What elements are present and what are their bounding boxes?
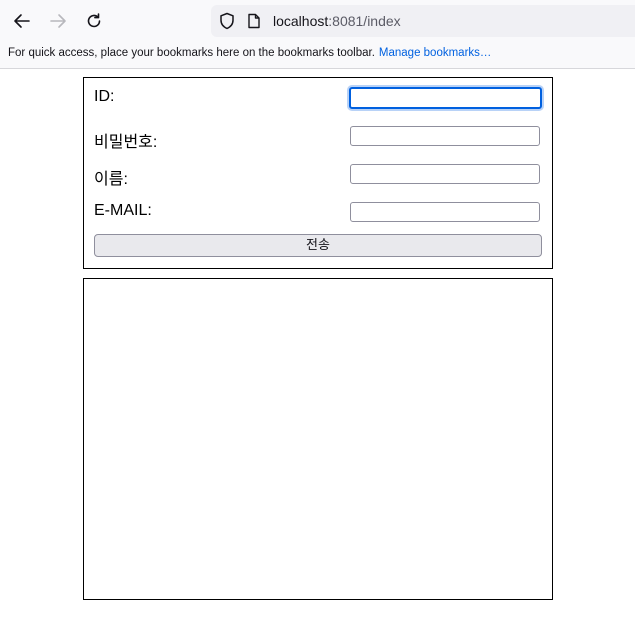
email-label: E-MAIL:	[94, 202, 152, 219]
url-path: :8081/index	[328, 13, 401, 29]
url-text[interactable]: localhost:8081/index	[273, 13, 401, 29]
page-icon	[248, 13, 260, 29]
browser-toolbar: localhost:8081/index	[0, 0, 635, 42]
signup-form: ID: 비밀번호: 이름: E-MAIL: 전송	[83, 77, 553, 269]
url-bar[interactable]: localhost:8081/index	[211, 5, 635, 37]
id-label: ID:	[94, 88, 115, 105]
bookmarks-message-line: For quick access, place your bookmarks h…	[8, 42, 491, 64]
name-label: 이름:	[94, 171, 128, 188]
manage-bookmarks-link[interactable]: Manage bookmarks…	[379, 47, 492, 59]
password-input[interactable]	[350, 126, 540, 146]
result-area	[83, 278, 553, 600]
submit-button[interactable]: 전송	[94, 234, 542, 257]
email-input[interactable]	[350, 202, 540, 222]
forward-button[interactable]	[45, 9, 71, 33]
arrow-right-icon	[50, 14, 66, 28]
bookmarks-message: For quick access, place your bookmarks h…	[8, 47, 375, 59]
name-input[interactable]	[350, 164, 540, 184]
url-host: localhost	[273, 13, 329, 29]
id-input[interactable]	[349, 87, 542, 109]
arrow-left-icon	[14, 14, 30, 28]
password-label: 비밀번호:	[94, 134, 158, 151]
reload-icon	[87, 13, 101, 28]
back-button[interactable]	[9, 9, 35, 33]
shield-icon[interactable]	[219, 12, 235, 30]
bookmarks-toolbar: For quick access, place your bookmarks h…	[0, 42, 635, 69]
reload-button[interactable]	[81, 9, 107, 33]
